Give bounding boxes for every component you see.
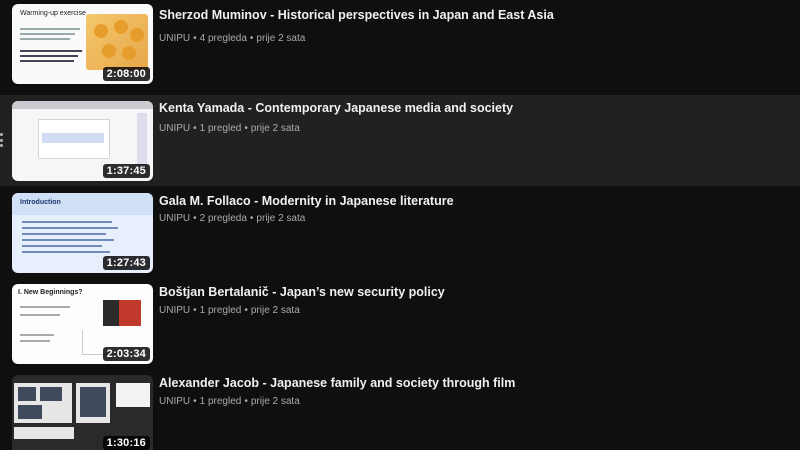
channel-name[interactable]: UNIPU	[159, 396, 190, 407]
upload-time: prije 2 sata	[256, 213, 306, 224]
video-row[interactable]: Warming-up exercise 2:08:00 Sherzod Mumi…	[0, 4, 800, 95]
video-row[interactable]: 1:37:45 Kenta Yamada - Contemporary Japa…	[0, 95, 800, 186]
video-thumbnail[interactable]: Introduction 1:27:43	[12, 193, 153, 273]
thumbnail-heading: Warming-up exercise	[20, 10, 86, 17]
video-title[interactable]: Sherzod Muminov - Historical perspective…	[159, 8, 554, 22]
video-title[interactable]: Kenta Yamada - Contemporary Japanese med…	[159, 101, 513, 115]
video-thumbnail[interactable]: I. New Beginnings? 2:03:34	[12, 284, 153, 364]
video-meta: UNIPU • 1 pregled • prije 2 sata	[159, 123, 300, 134]
thumbnail-heading: I. New Beginnings?	[18, 289, 83, 296]
channel-name[interactable]: UNIPU	[159, 123, 190, 134]
upload-time: prije 2 sata	[250, 123, 300, 134]
upload-time: prije 2 sata	[250, 396, 300, 407]
channel-name[interactable]: UNIPU	[159, 213, 190, 224]
video-list: Warming-up exercise 2:08:00 Sherzod Mumi…	[0, 0, 800, 450]
video-row[interactable]: Introduction 1:27:43 Gala M. Follaco - M…	[0, 190, 800, 281]
view-count: 2 pregleda	[199, 213, 247, 224]
view-count: 1 pregled	[199, 123, 242, 134]
video-meta: UNIPU • 2 pregleda • prije 2 sata	[159, 213, 306, 224]
duration-badge: 1:30:16	[102, 436, 150, 450]
view-count: 4 pregleda	[199, 33, 247, 44]
video-thumbnail[interactable]: 1:30:16	[12, 375, 153, 450]
duration-badge: 1:27:43	[102, 256, 150, 270]
upload-time: prije 2 sata	[250, 305, 300, 316]
view-count: 1 pregled	[199, 305, 242, 316]
video-meta: UNIPU • 4 pregleda • prije 2 sata	[159, 33, 306, 44]
duration-badge: 2:08:00	[102, 67, 150, 81]
duration-badge: 1:37:45	[102, 164, 150, 178]
duration-badge: 2:03:34	[102, 347, 150, 361]
video-thumbnail[interactable]: Warming-up exercise 2:08:00	[12, 4, 153, 84]
video-thumbnail[interactable]: 1:37:45	[12, 101, 153, 181]
drag-handle-icon[interactable]	[0, 133, 4, 147]
view-count: 1 pregled	[199, 396, 242, 407]
video-title[interactable]: Boštjan Bertalanič - Japan’s new securit…	[159, 285, 445, 299]
channel-name[interactable]: UNIPU	[159, 33, 190, 44]
video-row[interactable]: I. New Beginnings? 2:03:34 Boštjan Berta…	[0, 281, 800, 372]
video-row[interactable]: 1:30:16 Alexander Jacob - Japanese famil…	[0, 372, 800, 450]
upload-time: prije 2 sata	[256, 33, 306, 44]
video-meta: UNIPU • 1 pregled • prije 2 sata	[159, 396, 300, 407]
video-meta: UNIPU • 1 pregled • prije 2 sata	[159, 305, 300, 316]
video-title[interactable]: Alexander Jacob - Japanese family and so…	[159, 376, 515, 390]
thumbnail-illustration	[86, 14, 148, 70]
thumbnail-heading: Introduction	[20, 199, 61, 206]
video-title[interactable]: Gala M. Follaco - Modernity in Japanese …	[159, 194, 454, 208]
channel-name[interactable]: UNIPU	[159, 305, 190, 316]
